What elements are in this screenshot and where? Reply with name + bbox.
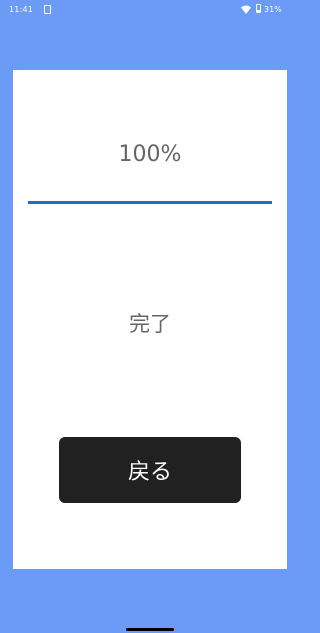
- home-indicator[interactable]: [126, 628, 174, 631]
- completion-status: 完了: [129, 312, 171, 336]
- main-card: 100% 完了 戻る: [13, 70, 287, 569]
- progress-percent-label: 100%: [118, 142, 182, 167]
- wifi-icon: [241, 5, 251, 14]
- battery-percent: 31%: [264, 5, 282, 14]
- back-button[interactable]: 戻る: [59, 437, 241, 503]
- navigation-bar: [0, 620, 300, 633]
- status-bar: 11:41 31%: [0, 0, 300, 20]
- progress-bar: [28, 201, 272, 204]
- status-time: 11:41: [9, 5, 34, 14]
- battery-icon: [256, 4, 261, 13]
- progress-bar-fill: [28, 201, 272, 204]
- sim-card-icon: [44, 5, 51, 14]
